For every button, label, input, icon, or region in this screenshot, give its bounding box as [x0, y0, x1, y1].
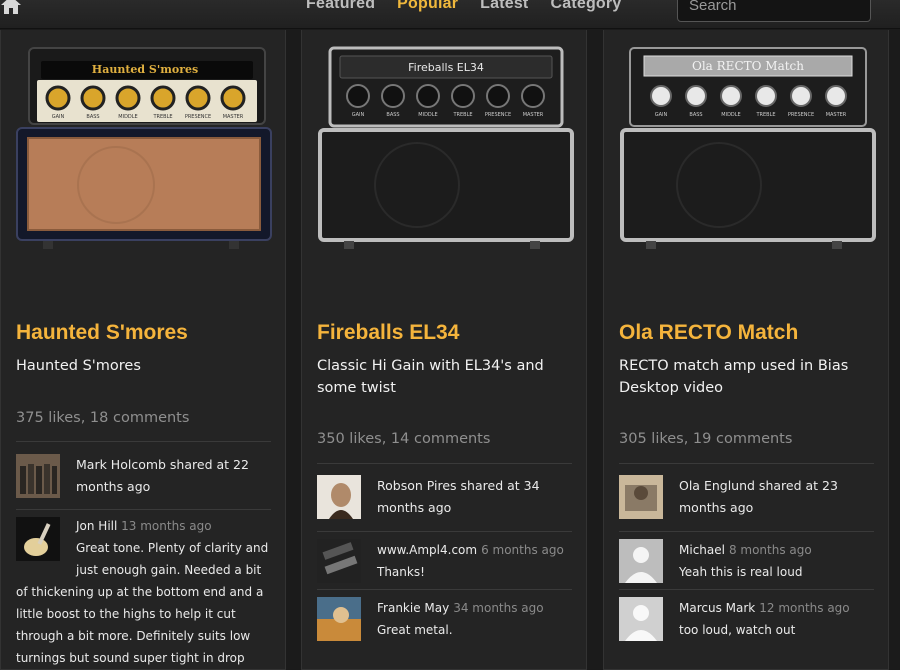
avatar[interactable]: [317, 597, 361, 641]
knob-label: BASS: [86, 114, 99, 120]
comment: Jon Hill 13 months ago Great tone. Plent…: [16, 515, 271, 669]
amp-image[interactable]: Haunted S'mores GAIN BASS MIDDLE TREBLE …: [1, 30, 287, 290]
nav-latest[interactable]: Latest: [480, 0, 528, 13]
knob-label: GAIN: [655, 112, 668, 118]
comment-time: 6 months ago: [481, 543, 564, 557]
preset-card: Haunted S'mores GAIN BASS MIDDLE TREBLE …: [0, 30, 286, 670]
comment-author[interactable]: Marcus Mark: [679, 601, 755, 615]
knob-label: TREBLE: [152, 114, 172, 120]
top-nav-bar: Featured Popular Latest Category: [0, 0, 900, 29]
comment-time: 12 months ago: [759, 601, 850, 615]
preset-description: Haunted S'mores: [16, 358, 141, 374]
comment-text: Marcus Mark 12 months ago too loud, watc…: [679, 597, 879, 641]
knob-label: MASTER: [523, 112, 544, 118]
preset-stats: 375 likes, 18 comments: [16, 410, 190, 426]
home-icon[interactable]: [0, 0, 22, 14]
knob-label: PRESENCE: [485, 112, 511, 118]
comment: www.Ampl4.com 6 months ago Thanks!: [317, 539, 572, 583]
knob-label: TREBLE: [452, 112, 472, 118]
main-nav: Featured Popular Latest Category: [306, 0, 643, 13]
divider: [317, 589, 572, 590]
preset-description: RECTO match amp used in Bias Desktop vid…: [619, 358, 849, 396]
preset-title[interactable]: Ola RECTO Match: [619, 321, 798, 345]
comment-author[interactable]: Michael: [679, 543, 725, 557]
preset-title[interactable]: Haunted S'mores: [16, 321, 188, 345]
avatar[interactable]: [16, 517, 60, 561]
share-row: Robson Pires shared at 34 months ago: [317, 475, 572, 519]
comment-text: Michael 8 months ago Yeah this is real l…: [679, 539, 879, 583]
share-row: Ola Englund shared at 23 months ago: [619, 475, 874, 519]
preset-card: Ola RECTO Match GAIN BASS MIDDLE TREBLE …: [603, 30, 889, 670]
search-box: [677, 0, 871, 22]
comment-text: Frankie May 34 months ago Great metal.: [377, 597, 577, 641]
comment-text: www.Ampl4.com 6 months ago Thanks!: [377, 539, 577, 583]
comment-author[interactable]: Frankie May: [377, 601, 449, 615]
knob-label: BASS: [689, 112, 702, 118]
comment-body: too loud, watch out: [679, 623, 796, 637]
amp-name-label: Haunted S'mores: [92, 63, 198, 76]
share-text: Robson Pires shared at 34 months ago: [377, 478, 540, 515]
knob-label: MIDDLE: [721, 112, 740, 118]
amp-image[interactable]: Ola RECTO Match GAIN BASS MIDDLE TREBLE …: [604, 30, 890, 290]
preset-description: Classic Hi Gain with EL34's and some twi…: [317, 358, 544, 396]
default-user-icon[interactable]: [619, 539, 663, 583]
comment-body: Thanks!: [377, 565, 425, 579]
divider: [317, 463, 572, 464]
preset-stats: 350 likes, 14 comments: [317, 431, 491, 447]
preset-card: Fireballs EL34 GAIN BASS MIDDLE TREBLE P…: [301, 30, 587, 670]
comment: Marcus Mark 12 months ago too loud, watc…: [619, 597, 874, 641]
nav-featured[interactable]: Featured: [306, 0, 375, 13]
share-row: Mark Holcomb shared at 22 months ago: [16, 454, 271, 498]
avatar[interactable]: [16, 454, 60, 498]
knob-label: GAIN: [352, 112, 365, 118]
nav-category[interactable]: Category: [550, 0, 621, 13]
knob-label: PRESENCE: [185, 114, 211, 120]
share-text: Ola Englund shared at 23 months ago: [679, 478, 838, 515]
divider: [619, 531, 874, 532]
divider: [16, 509, 271, 510]
divider: [619, 589, 874, 590]
avatar[interactable]: [317, 539, 361, 583]
amp-name-label: Ola RECTO Match: [692, 59, 804, 73]
comment-author[interactable]: www.Ampl4.com: [377, 543, 477, 557]
comment-time: 34 months ago: [453, 601, 544, 615]
search-input[interactable]: [678, 0, 870, 22]
knob-label: MIDDLE: [418, 112, 437, 118]
comment-author[interactable]: Jon Hill: [76, 519, 117, 533]
divider: [16, 441, 271, 442]
knob-label: GAIN: [52, 114, 65, 120]
default-user-icon[interactable]: [619, 597, 663, 641]
comment-time: 13 months ago: [121, 519, 212, 533]
comment-body: Great metal.: [377, 623, 453, 637]
comment: Michael 8 months ago Yeah this is real l…: [619, 539, 874, 583]
avatar[interactable]: [619, 475, 663, 519]
knob-label: MASTER: [223, 114, 244, 120]
comment-body: Yeah this is real loud: [679, 565, 803, 579]
amp-name-label: Fireballs EL34: [408, 61, 484, 74]
share-text: Mark Holcomb shared at 22 months ago: [76, 457, 249, 494]
nav-popular[interactable]: Popular: [397, 0, 458, 13]
knob-label: BASS: [386, 112, 399, 118]
divider: [619, 463, 874, 464]
avatar[interactable]: [317, 475, 361, 519]
divider: [317, 531, 572, 532]
knob-label: MIDDLE: [118, 114, 137, 120]
preset-title[interactable]: Fireballs EL34: [317, 321, 459, 345]
knob-label: MASTER: [826, 112, 847, 118]
comment-time: 8 months ago: [728, 543, 812, 557]
amp-image[interactable]: Fireballs EL34 GAIN BASS MIDDLE TREBLE P…: [302, 30, 588, 290]
preset-stats: 305 likes, 19 comments: [619, 431, 793, 447]
knob-label: PRESENCE: [788, 112, 814, 118]
knob-label: TREBLE: [755, 112, 775, 118]
comment: Frankie May 34 months ago Great metal.: [317, 597, 572, 641]
